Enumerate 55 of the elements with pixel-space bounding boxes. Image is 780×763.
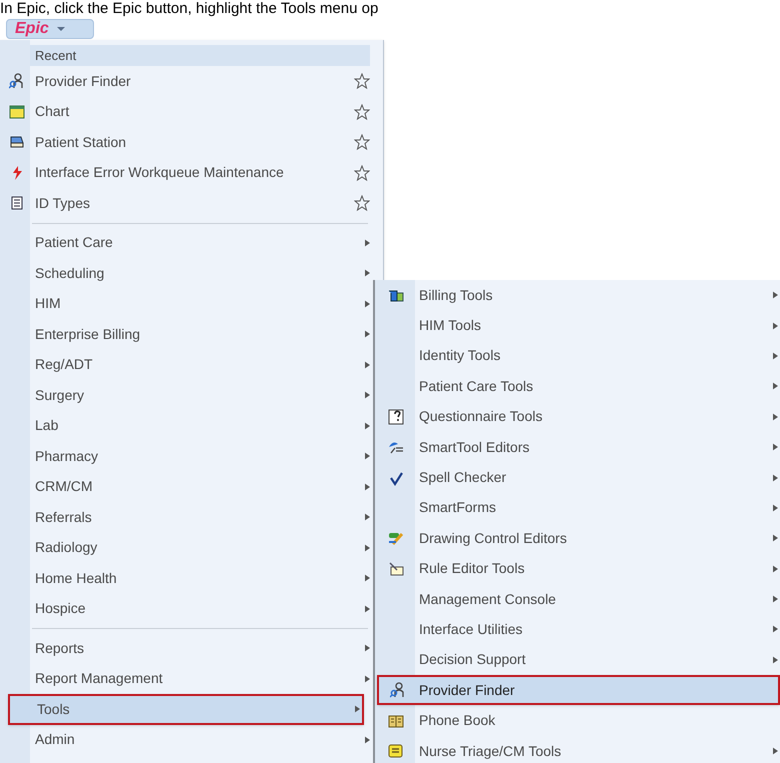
menu-item[interactable]: Phone Book	[375, 705, 780, 736]
menu-item[interactable]: SmartTool Editors	[375, 432, 780, 462]
menu-item[interactable]: Hospice	[0, 594, 372, 624]
favorite-star-icon[interactable]	[354, 195, 370, 212]
document-icon	[388, 560, 404, 577]
menu-item[interactable]: Home Health	[0, 563, 372, 594]
menu-item[interactable]: Pharmacy	[0, 441, 372, 472]
menu-item[interactable]: Nurse Triage/CM Tools	[375, 736, 780, 763]
menu-item[interactable]: CRM/CM	[0, 472, 372, 502]
menu-item[interactable]: Patient Care Tools	[375, 371, 780, 402]
menu-item[interactable]: ID Types	[0, 188, 372, 218]
menu-item[interactable]: SmartForms	[375, 492, 780, 524]
menu-item[interactable]: Provider Finder	[377, 675, 780, 706]
menu-item[interactable]: HIM Tools	[375, 310, 780, 341]
menu-item[interactable]: Chart	[0, 96, 372, 127]
list-icon	[8, 195, 24, 212]
person-magnifier-icon	[390, 682, 406, 698]
section-header: Recent	[30, 45, 370, 66]
menu-item[interactable]: Tools	[8, 694, 364, 724]
menu-item[interactable]: Reg/ADT	[0, 350, 372, 380]
menu-item[interactable]: HIM	[0, 288, 372, 319]
menu-item[interactable]: Drawing Control Editors	[375, 523, 780, 554]
menu-item[interactable]: Reports	[0, 633, 372, 664]
spell-check-icon	[388, 470, 404, 486]
menu-item[interactable]: Spell Checker	[375, 462, 780, 493]
menu-item[interactable]: Radiology	[0, 532, 372, 563]
menu-item[interactable]: Scheduling	[0, 258, 372, 288]
menu-item[interactable]: Interface Utilities	[375, 614, 780, 645]
menu-item[interactable]: Identity Tools	[375, 340, 780, 372]
menu-item[interactable]: Admin	[0, 724, 372, 755]
menu-item[interactable]: Patient Station	[0, 127, 372, 158]
menu-item[interactable]: Surgery	[0, 380, 372, 410]
menu-item[interactable]: Billing Tools	[375, 280, 780, 310]
favorite-star-icon[interactable]	[354, 134, 370, 150]
caret-icon	[56, 27, 65, 31]
menu-item[interactable]: Referrals	[0, 502, 372, 532]
favorite-star-icon[interactable]	[354, 104, 370, 120]
person-magnifier-icon	[8, 73, 24, 90]
menu-item[interactable]: Rule Editor Tools	[375, 554, 780, 584]
menu-item[interactable]: Provider Finder	[0, 66, 372, 96]
menu-item[interactable]: Decision Support	[375, 644, 780, 676]
menu-item[interactable]: Lab	[0, 410, 372, 441]
book-icon	[388, 712, 404, 729]
menu-item[interactable]: Report Management	[0, 664, 372, 694]
pencil-icon	[388, 530, 404, 546]
question-form-icon	[388, 408, 404, 425]
menu-item[interactable]: Management Console	[375, 584, 780, 614]
menu-item[interactable]: Enterprise Billing	[0, 319, 372, 350]
menu-item[interactable]: Questionnaire Tools	[375, 402, 780, 432]
folder-window-icon	[8, 104, 24, 120]
menu-item[interactable]: Patient Care	[0, 228, 372, 258]
favorite-star-icon[interactable]	[354, 164, 370, 181]
menu-item[interactable]: Interface Error Workqueue Maintenance	[0, 158, 372, 188]
instruction-text: In Epic, click the Epic button, highlight the Tools menu op	[0, 0, 380, 18]
favorite-star-icon[interactable]	[354, 73, 370, 90]
